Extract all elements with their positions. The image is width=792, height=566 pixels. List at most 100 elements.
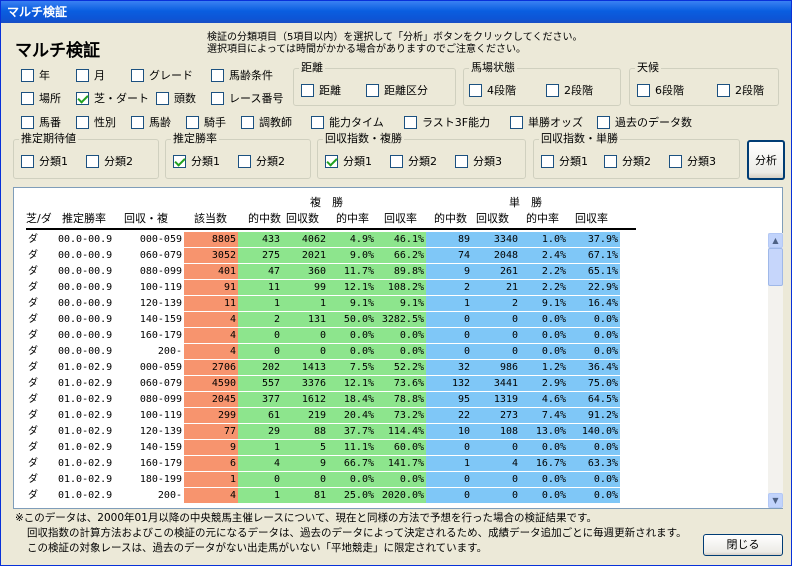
checkbox-baba-4[interactable]: 4段階 [469,83,516,97]
scroll-thumb[interactable] [768,248,783,286]
scroll-down-icon[interactable]: ▼ [768,493,783,508]
table-row[interactable]: ダ 01.0-02.9 200- 4 1 81 25.0% 2020.0% 0 0 0.0% 0.0% [14,488,634,503]
table-row[interactable]: ダ 00.0-00.9 140-159 4 2 131 50.0% 3282.5% 0 0 0.0%… [14,312,634,327]
checkbox-tsuki[interactable]: 月 [76,68,105,82]
checkbox-box[interactable] [597,115,610,129]
checkbox-box[interactable] [546,83,559,97]
table-cell: ダ [28,346,38,357]
table-cell: 9.0% [328,248,376,263]
close-button[interactable]: 閉じる [703,534,783,556]
checkbox-box[interactable] [211,91,224,105]
table-row[interactable]: ダ 01.0-02.9 100-119 299 61 219 20.4% 73.2% 22 273… [14,408,634,423]
checkbox-tenko-6[interactable]: 6段階 [637,83,684,97]
checkbox-box[interactable] [301,83,314,97]
checkbox-box[interactable] [455,154,468,168]
checkbox-label: ラスト3F能力 [422,116,491,129]
table-row[interactable]: ダ 00.0-00.9 100-119 91 11 99 12.1% 108.2% 2 21 2.2… [14,280,634,295]
checkbox-box[interactable] [186,115,199,129]
scroll-up-icon[interactable]: ▲ [768,233,783,248]
column-header: 回収率 [575,212,608,225]
checkbox-box[interactable] [469,83,482,97]
checkbox-box[interactable] [241,115,254,129]
checkbox-seibetsu[interactable]: 性別 [76,115,116,129]
checkbox-box[interactable] [76,68,89,82]
checkbox-race-no[interactable]: レース番号 [211,91,283,105]
analyze-button[interactable]: 分析 [747,140,785,180]
table-row[interactable]: ダ 00.0-00.9 120-139 11 1 1 9.1% 9.1% 1 2 9.1% 16.4% [14,296,634,311]
checkbox-kitai-2[interactable]: 分類2 [86,154,133,168]
table-cell: 00.0-00.9 [58,298,113,309]
table-row[interactable]: ダ 01.0-02.9 120-139 77 29 88 37.7% 114.4% 10 108 1… [14,424,634,439]
checkbox-grade[interactable]: グレード [131,68,193,82]
checkbox-noryoku-time[interactable]: 能力タイム [311,115,384,129]
checkbox-kishu[interactable]: 騎手 [186,115,226,129]
checkbox-box[interactable] [86,154,99,168]
table-cell: 200- [157,346,182,357]
table-row[interactable]: ダ 00.0-00.9 200- 4 0 0 0.0% 0.0% 0 0 0.0% 0.0% [14,344,634,359]
table-cell: 0 [426,488,472,503]
table-row[interactable]: ダ 01.0-02.9 140-159 9 1 5 11.1% 60.0% 0 0 0.0% 0.0% [14,440,634,455]
checkbox-tansho-2[interactable]: 分類2 [604,154,651,168]
checkbox-box[interactable] [21,154,34,168]
checkbox-shoritsu-1[interactable]: 分類1 [173,154,220,168]
checkbox-chokyoshi[interactable]: 調教師 [241,115,292,129]
table-row[interactable]: ダ 00.0-00.9 060-079 3052 275 2021 9.0% 66.2% 74 2… [14,248,634,263]
table-cell: 21 [472,280,520,295]
table-row[interactable]: ダ 00.0-00.9 080-099 401 47 360 11.7% 89.8% 9 261 2… [14,264,634,279]
table-row[interactable]: ダ 01.0-02.9 180-199 1 0 0 0.0% 0.0% 0 0 0.0% 0.0% [14,472,634,487]
checkbox-kyori[interactable]: 距離 [301,83,341,97]
checkbox-box[interactable] [311,115,324,129]
checkbox-tansho-odds[interactable]: 単勝オッズ [510,115,583,129]
checkbox-umaban[interactable]: 馬番 [21,115,61,129]
checkbox-box[interactable] [131,68,144,82]
checkbox-fukusho-2[interactable]: 分類2 [390,154,437,168]
checkbox-box[interactable] [637,83,650,97]
checkbox-nen[interactable]: 年 [21,68,50,82]
checkbox-barei[interactable]: 馬齢 [131,115,171,129]
checkbox-baba-2[interactable]: 2段階 [546,83,593,97]
checkbox-fukusho-3[interactable]: 分類3 [455,154,502,168]
checkbox-box[interactable] [21,91,34,105]
checkbox-box[interactable] [510,115,523,129]
checkbox-box[interactable] [390,154,403,168]
checkbox-box[interactable] [131,115,144,129]
checkbox-box-checked[interactable] [325,154,338,168]
table-row[interactable]: ダ 01.0-02.9 000-059 2706 202 1413 7.5% 52.2% 32 9… [14,360,634,375]
checkbox-box[interactable] [541,154,554,168]
table-row[interactable]: ダ 01.0-02.9 160-179 6 4 9 66.7% 141.7% 1 4 16.7% 63… [14,456,634,471]
checkbox-kitai-1[interactable]: 分類1 [21,154,68,168]
table-row[interactable]: ダ 01.0-02.9 060-079 4590 557 3376 12.1% 73.6% 13… [14,376,634,391]
checkbox-tenko-2[interactable]: 2段階 [717,83,764,97]
checkbox-box-checked[interactable] [76,91,89,105]
table-row[interactable]: ダ 00.0-00.9 000-059 8805 433 4062 4.9% 46.1% 89 3… [14,232,634,247]
table-row[interactable]: ダ 01.0-02.9 080-099 2045 377 1612 18.4% 78.8% 95… [14,392,634,407]
checkbox-barei-joken[interactable]: 馬齢条件 [211,68,273,82]
checkbox-box[interactable] [76,115,89,129]
checkbox-box[interactable] [604,154,617,168]
checkbox-tansho-1[interactable]: 分類1 [541,154,588,168]
checkbox-fukusho-1[interactable]: 分類1 [325,154,372,168]
checkbox-box[interactable] [366,83,379,97]
checkbox-box[interactable] [21,68,34,82]
checkbox-box[interactable] [404,115,417,129]
vertical-scrollbar[interactable]: ▲ ▼ [768,233,783,508]
checkbox-shoritsu-2[interactable]: 分類2 [238,154,285,168]
checkbox-shiba-dirt[interactable]: 芝・ダート [76,91,149,105]
checkbox-tansho-3[interactable]: 分類3 [669,154,716,168]
table-row[interactable]: ダ 00.0-00.9 160-179 4 0 0 0.0% 0.0% 0 0 0.0% 0.0% [14,328,634,343]
checkbox-box[interactable] [669,154,682,168]
checkbox-box[interactable] [21,115,34,129]
column-header: 回収率 [384,212,417,225]
table-cell: 3340 [472,232,520,247]
checkbox-box-checked[interactable] [173,154,186,168]
checkbox-last3f[interactable]: ラスト3F能力 [404,115,490,129]
checkbox-box[interactable] [211,68,224,82]
checkbox-box[interactable] [156,91,169,105]
table-cell: ダ [28,298,38,309]
checkbox-box[interactable] [717,83,730,97]
checkbox-kyori-kubun[interactable]: 距離区分 [366,83,428,97]
checkbox-tosu[interactable]: 頭数 [156,91,196,105]
checkbox-box[interactable] [238,154,251,168]
checkbox-basho[interactable]: 場所 [21,91,61,105]
checkbox-kako-data[interactable]: 過去のデータ数 [597,115,692,129]
